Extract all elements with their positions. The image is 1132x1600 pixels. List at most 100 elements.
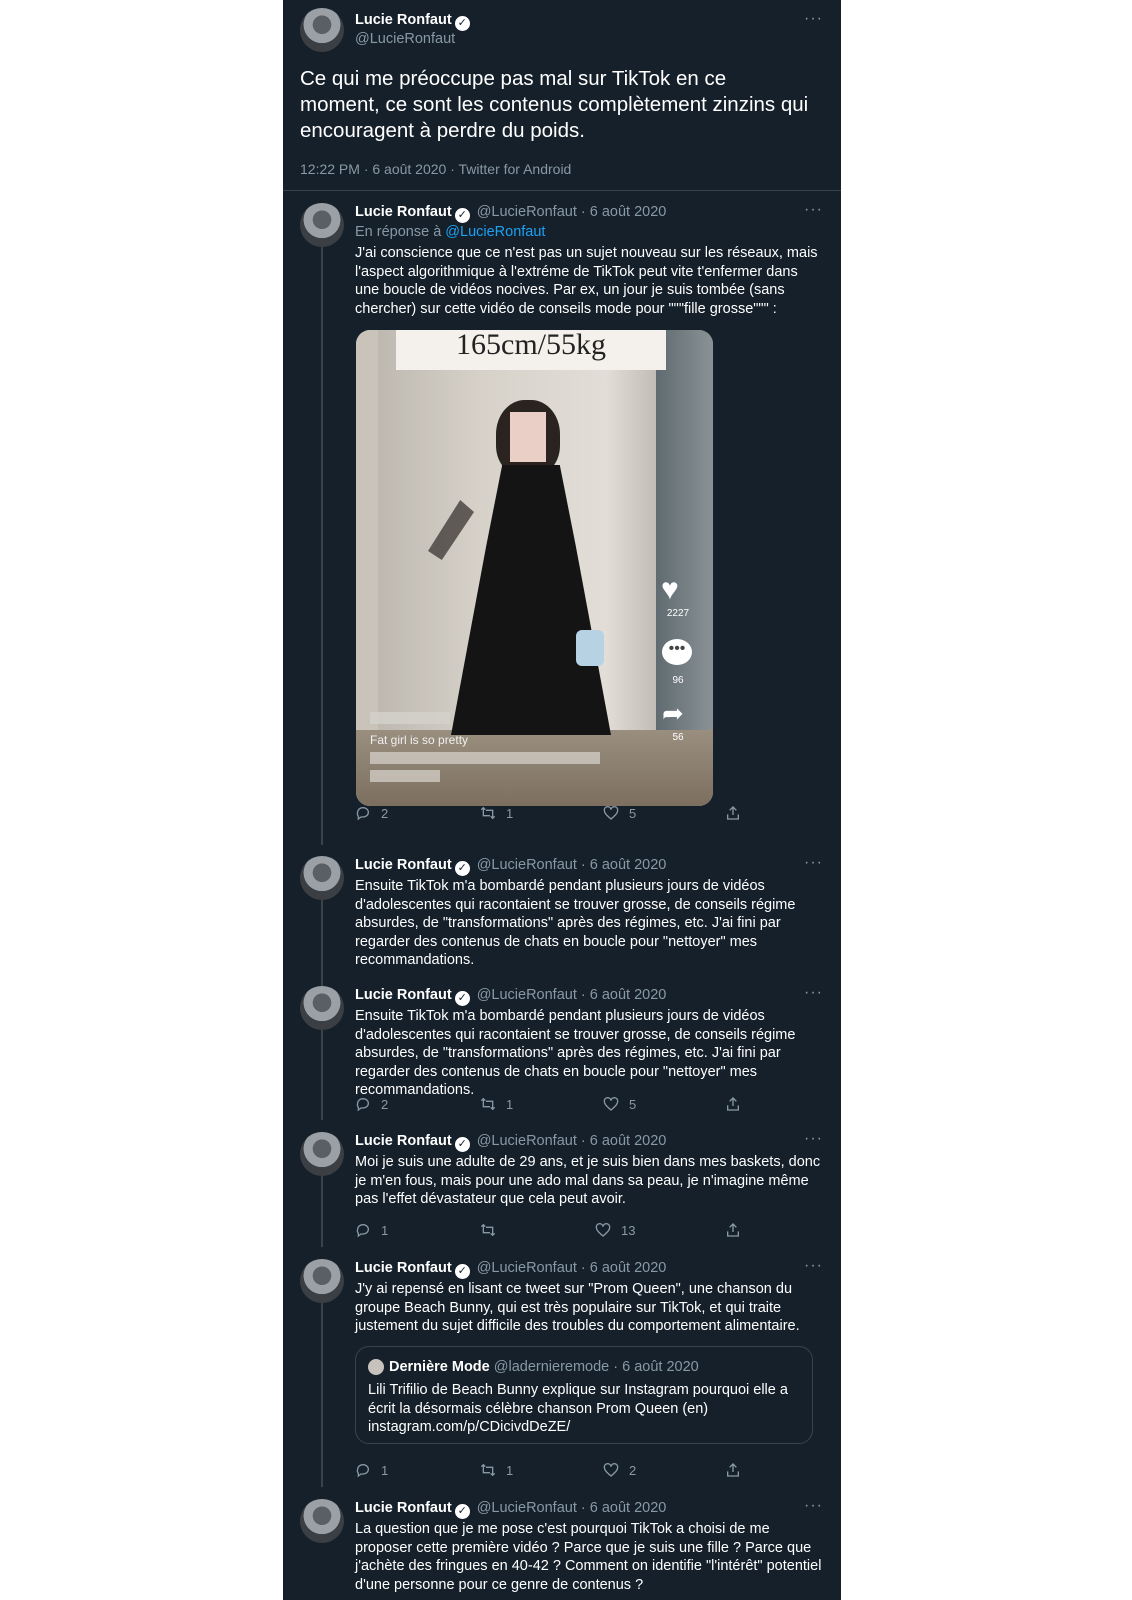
author-handle[interactable]: @LucieRonfaut (477, 857, 577, 873)
retweet-count: 1 (506, 806, 514, 821)
author-handle[interactable]: @LucieRonfaut (477, 1260, 577, 1276)
more-options-icon[interactable]: ··· (804, 1497, 823, 1515)
more-options-icon[interactable]: ··· (804, 201, 823, 219)
avatar[interactable] (300, 1132, 344, 1176)
tweet-date[interactable]: · 6 août 2020 (581, 1133, 666, 1149)
share-icon (727, 1463, 739, 1477)
like-count: 5 (629, 1097, 637, 1112)
author-name[interactable]: Lucie Ronfaut (355, 204, 452, 220)
main-tweet[interactable]: Lucie Ronfaut ✓ @LucieRonfaut ··· Ce qui … (283, 0, 841, 191)
tweet-timestamp[interactable]: 12:22 PM · 6 août 2020 · Twitter for And… (300, 161, 571, 177)
like-icon[interactable]: ♥ (661, 573, 679, 607)
more-options-icon[interactable]: ··· (804, 10, 823, 28)
quote-date[interactable]: · 6 août 2020 (613, 1359, 698, 1375)
tweet-date[interactable]: · 6 août 2020 (581, 987, 666, 1003)
reply-button[interactable]: 1 (355, 1222, 388, 1238)
tweet-author[interactable]: Lucie Ronfaut ✓ @LucieRonfaut · 6 août 20… (355, 857, 666, 876)
author-handle[interactable]: @LucieRonfaut (355, 31, 455, 47)
more-options-icon[interactable]: ··· (804, 1257, 823, 1275)
heart-icon (603, 1097, 619, 1111)
verified-icon: ✓ (454, 1137, 470, 1152)
tiktok-video-thumbnail[interactable]: 165cm/55kg ♥ 2227 ••• 96 ➦ 56 Fat girl i… (356, 330, 713, 806)
tweet-author[interactable]: Lucie Ronfaut ✓ @LucieRonfaut · 6 août 20… (355, 1133, 666, 1152)
more-options-icon[interactable]: ··· (804, 1130, 823, 1148)
tweet-date[interactable]: · 6 août 2020 (581, 1500, 666, 1516)
reply-to-label: En réponse à (355, 224, 442, 240)
author-handle[interactable]: @LucieRonfaut (477, 1500, 577, 1516)
video-caption-top: 165cm/55kg (456, 330, 606, 361)
main-tweet-text: Ce qui me préoccupe pas mal sur TikTok e… (300, 67, 809, 142)
quote-author-name[interactable]: Dernière Mode (389, 1359, 490, 1375)
tweet-author[interactable]: Lucie Ronfaut ✓ @LucieRonfaut · 6 août 20… (355, 1500, 666, 1519)
author-name[interactable]: Lucie Ronfaut (355, 1500, 452, 1516)
avatar[interactable] (300, 856, 344, 900)
reply-tweet-2[interactable]: Lucie Ronfaut ✓ @LucieRonfaut · 6 août 20… (283, 844, 841, 988)
reply-to-link[interactable]: @LucieRonfaut (445, 224, 545, 240)
tweet-author[interactable]: Lucie Ronfaut ✓ @LucieRonfaut · 6 août 20… (355, 204, 666, 223)
author-handle[interactable]: @LucieRonfaut (477, 1133, 577, 1149)
author-name[interactable]: Lucie Ronfaut (355, 1260, 452, 1276)
reply-tweet-4[interactable]: Lucie Ronfaut ✓ @LucieRonfaut · 6 août 20… (283, 1120, 841, 1247)
quoted-tweet[interactable]: Dernière Mode @ladernieremode · 6 août 2… (355, 1346, 813, 1444)
reply-count: 2 (381, 1097, 389, 1112)
reply-tweet-6[interactable]: Lucie Ronfaut ✓ @LucieRonfaut · 6 août 20… (283, 1487, 841, 1600)
reply-tweet-3[interactable]: Lucie Ronfaut ✓ @LucieRonfaut · 6 août 20… (283, 974, 841, 1120)
retweet-button[interactable]: 1 (480, 1096, 513, 1112)
verified-icon: ✓ (454, 861, 470, 876)
avatar[interactable] (300, 8, 344, 52)
like-button[interactable]: 5 (603, 805, 636, 821)
verified-icon: ✓ (454, 16, 470, 31)
share-button[interactable] (725, 805, 751, 821)
tweet-author[interactable]: Lucie Ronfaut ✓ @LucieRonfaut · 6 août 20… (355, 987, 666, 1006)
reply-button[interactable]: 2 (355, 805, 388, 821)
tweet-actions: 1 13 (355, 1222, 755, 1242)
like-count: 5 (629, 806, 637, 821)
tweet-text: Ensuite TikTok m'a bombardé pendant plus… (355, 878, 796, 968)
tweet-text: La question que je me pose c'est pourquo… (355, 1521, 822, 1593)
quote-author-handle[interactable]: @ladernieremode (494, 1359, 609, 1375)
author-name[interactable]: Lucie Ronfaut (355, 987, 452, 1003)
like-button[interactable]: 13 (595, 1222, 635, 1238)
quote-text: Lili Trifilio de Beach Bunny explique su… (368, 1382, 788, 1435)
more-options-icon[interactable]: ··· (804, 984, 823, 1002)
like-button[interactable]: 2 (603, 1462, 636, 1478)
like-count: 2227 (666, 608, 690, 619)
reply-button[interactable]: 2 (355, 1096, 388, 1112)
pixelated-text (370, 752, 600, 764)
author-name[interactable]: Lucie Ronfaut (355, 857, 452, 873)
tweet-date[interactable]: · 6 août 2020 (581, 204, 666, 220)
comment-icon[interactable]: ••• (662, 639, 692, 665)
share-button[interactable] (725, 1462, 751, 1478)
author-handle[interactable]: @LucieRonfaut (477, 987, 577, 1003)
share-button[interactable] (725, 1096, 751, 1112)
retweet-button[interactable] (480, 1222, 506, 1238)
heart-icon (603, 1463, 619, 1477)
avatar[interactable] (300, 1259, 344, 1303)
avatar[interactable] (300, 986, 344, 1030)
share-button[interactable] (725, 1222, 751, 1238)
reply-tweet-5[interactable]: Lucie Ronfaut ✓ @LucieRonfaut · 6 août 20… (283, 1247, 841, 1487)
author-handle[interactable]: @LucieRonfaut (477, 204, 577, 220)
quote-avatar[interactable] (368, 1359, 384, 1375)
share-count: 56 (672, 732, 684, 743)
retweet-icon (480, 1463, 496, 1477)
tweet-date[interactable]: · 6 août 2020 (581, 857, 666, 873)
avatar[interactable] (300, 203, 344, 247)
author-name[interactable]: Lucie Ronfaut (355, 1133, 452, 1149)
reply-button[interactable]: 1 (355, 1462, 388, 1478)
like-button[interactable]: 5 (603, 1096, 636, 1112)
retweet-count: 1 (506, 1463, 514, 1478)
reply-tweet-1[interactable]: Lucie Ronfaut ✓ @LucieRonfaut · 6 août 20… (283, 191, 841, 845)
share-icon[interactable]: ➦ (662, 698, 684, 729)
author-name[interactable]: Lucie Ronfaut (355, 12, 452, 28)
retweet-button[interactable]: 1 (480, 805, 513, 821)
tweet-author[interactable]: Lucie Ronfaut ✓ @LucieRonfaut · 6 août 20… (355, 1260, 666, 1279)
avatar[interactable] (300, 1499, 344, 1543)
quote-author[interactable]: Dernière Mode @ladernieremode · 6 août 2… (389, 1359, 699, 1375)
thread-line (321, 1174, 323, 1247)
retweet-button[interactable]: 1 (480, 1462, 513, 1478)
tweet-author[interactable]: Lucie Ronfaut ✓ (355, 12, 473, 31)
handbag (576, 630, 604, 666)
more-options-icon[interactable]: ··· (804, 854, 823, 872)
tweet-date[interactable]: · 6 août 2020 (581, 1260, 666, 1276)
